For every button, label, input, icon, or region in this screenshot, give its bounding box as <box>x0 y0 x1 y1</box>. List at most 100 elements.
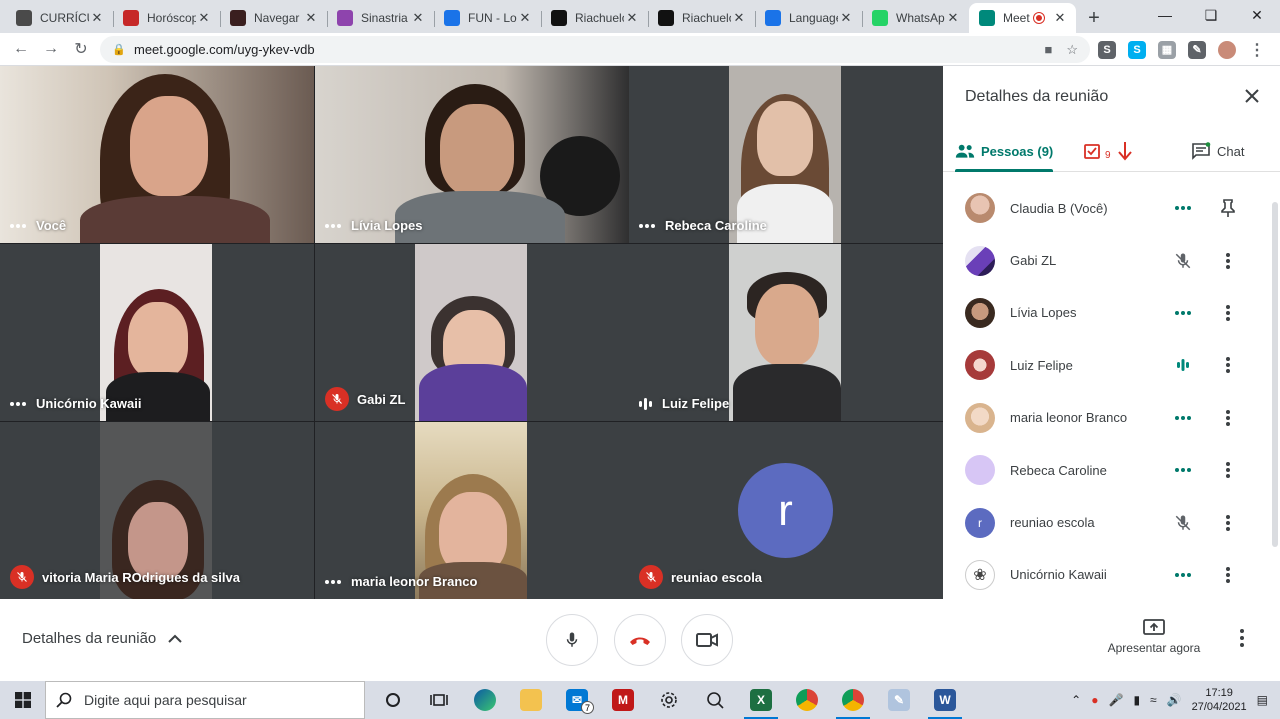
battery-icon[interactable]: ▮ <box>1133 693 1140 707</box>
list-item[interactable]: maria leonor Branco <box>943 392 1273 444</box>
back-button[interactable]: ← <box>6 34 36 64</box>
participant-name: Lívia Lopes <box>351 218 423 233</box>
tab-chat[interactable]: Chat <box>1191 130 1244 172</box>
close-window-button[interactable]: ✕ <box>1234 0 1280 30</box>
panel-scrollbar[interactable] <box>1272 202 1278 547</box>
audio-level-icon <box>1172 459 1194 481</box>
bookmark-star-icon[interactable]: ☆ <box>1066 42 1078 58</box>
notifications-icon[interactable]: ▤ <box>1257 693 1268 707</box>
video-tile[interactable]: Luiz Felipe <box>629 244 943 421</box>
list-item[interactable]: Rebeca Caroline <box>943 444 1273 496</box>
browser-tab[interactable]: WhatsApp✕ <box>862 3 969 33</box>
taskbar-paint[interactable]: ✎ <box>876 681 922 719</box>
meet-tray-icon[interactable]: ● <box>1091 693 1098 707</box>
close-tab-icon[interactable]: ✕ <box>1052 10 1068 26</box>
participant-name: Luiz Felipe <box>662 396 730 411</box>
video-tile[interactable]: Gabi ZL <box>315 244 629 421</box>
close-tab-icon[interactable]: ✕ <box>89 10 105 26</box>
taskbar-excel[interactable]: X <box>738 681 784 719</box>
video-tile[interactable]: Você <box>0 66 314 243</box>
close-tab-icon[interactable]: ✕ <box>410 10 426 26</box>
chevron-up-icon[interactable]: ⌃ <box>1071 693 1081 707</box>
extension-skype-blue-icon[interactable]: S <box>1128 40 1146 59</box>
close-tab-icon[interactable]: ✕ <box>196 10 212 26</box>
browser-menu-icon[interactable]: ⋮ <box>1248 41 1266 59</box>
browser-tab[interactable]: CURRÍCULO✕ <box>6 3 113 33</box>
list-item[interactable]: Claudia B (Você) <box>943 182 1273 234</box>
tab-people[interactable]: Pessoas (9) <box>955 130 1054 172</box>
camera-button[interactable] <box>681 614 733 666</box>
camera-permission-icon[interactable]: ■ <box>1044 42 1052 58</box>
address-bar[interactable]: 🔒 meet.google.com/uyg-ykev-vdb ■ ☆ <box>100 36 1090 63</box>
volume-icon[interactable]: 🔊 <box>1167 693 1182 707</box>
taskbar-search-input[interactable]: Digite aqui para pesquisar <box>45 681 365 719</box>
video-tile[interactable]: vitoria Maria ROdrigues da silva <box>0 422 314 599</box>
more-options-icon[interactable] <box>1217 302 1239 324</box>
list-item[interactable]: r reuniao escola <box>943 496 1273 548</box>
more-options-icon[interactable] <box>1217 564 1239 586</box>
browser-tab[interactable]: Horóscopo✕ <box>113 3 220 33</box>
clock[interactable]: 17:19 27/04/2021 <box>1192 686 1247 714</box>
taskbar-mcafee[interactable]: M <box>600 681 646 719</box>
browser-tab[interactable]: Meet ✕ <box>969 3 1076 33</box>
microphone-button[interactable] <box>546 614 598 666</box>
minimize-button[interactable]: — <box>1142 0 1188 30</box>
task-view-button[interactable] <box>416 681 462 719</box>
taskbar-settings[interactable] <box>646 681 692 719</box>
list-item[interactable]: Gabi ZL <box>943 234 1273 286</box>
more-options-icon[interactable] <box>1217 459 1239 481</box>
start-button[interactable] <box>0 681 45 719</box>
video-tile[interactable]: maria leonor Branco <box>315 422 629 599</box>
video-tile[interactable]: Rebeca Caroline <box>629 66 943 243</box>
close-tab-icon[interactable]: ✕ <box>838 10 854 26</box>
present-now-button[interactable]: Apresentar agora <box>1104 619 1204 655</box>
tab-tasks[interactable]: 9 <box>1083 130 1133 172</box>
reload-button[interactable]: ↻ <box>66 34 96 64</box>
browser-tab[interactable]: Navegar ✕ <box>220 3 327 33</box>
close-tab-icon[interactable]: ✕ <box>945 10 961 26</box>
more-options-button[interactable] <box>1240 629 1244 652</box>
clock-date: 27/04/2021 <box>1191 701 1247 713</box>
extensions-puzzle-icon[interactable]: ✎ <box>1188 40 1206 59</box>
leave-call-button[interactable] <box>614 614 666 666</box>
close-tab-icon[interactable]: ✕ <box>303 10 319 26</box>
taskbar-edge[interactable] <box>462 681 508 719</box>
cortana-button[interactable] <box>370 681 416 719</box>
more-options-icon[interactable] <box>1217 354 1239 376</box>
new-tab-button[interactable]: + <box>1080 3 1108 33</box>
video-tile[interactable]: Lívia Lopes <box>315 66 629 243</box>
browser-tab[interactable]: Riachuelo ✕ <box>648 3 755 33</box>
list-item[interactable]: Lívia Lopes <box>943 287 1273 339</box>
taskbar-file-explorer[interactable] <box>508 681 554 719</box>
close-tab-icon[interactable]: ✕ <box>517 10 533 26</box>
forward-button[interactable]: → <box>36 34 66 64</box>
profile-avatar[interactable] <box>1218 40 1236 59</box>
taskbar-word[interactable]: W <box>922 681 968 719</box>
extension-grid-icon[interactable]: ▦ <box>1158 40 1176 59</box>
avatar <box>965 245 995 276</box>
close-tab-icon[interactable]: ✕ <box>624 10 640 26</box>
video-tile[interactable]: Unicórnio Kawaii <box>0 244 314 421</box>
wifi-icon[interactable]: ≈ <box>1150 693 1157 707</box>
taskbar-mail[interactable]: ✉ 7 <box>554 681 600 719</box>
taskbar-chrome-profile[interactable] <box>784 681 830 719</box>
close-tab-icon[interactable]: ✕ <box>731 10 747 26</box>
browser-tab[interactable]: Riachuelo ✕ <box>541 3 648 33</box>
list-item[interactable]: ❀ Unicórnio Kawaii <box>943 549 1273 601</box>
more-options-icon[interactable] <box>1217 250 1239 272</box>
browser-tab[interactable]: FUN - Lo ✕ <box>434 3 541 33</box>
browser-tab[interactable]: Sinastria ✕ <box>327 3 434 33</box>
pin-icon[interactable] <box>1217 197 1239 219</box>
browser-tab[interactable]: Language ✕ <box>755 3 862 33</box>
more-options-icon[interactable] <box>1217 512 1239 534</box>
meeting-details-toggle[interactable]: Detalhes da reunião <box>22 630 182 647</box>
list-item[interactable]: Luiz Felipe <box>943 339 1273 391</box>
extension-skype-icon[interactable]: S <box>1098 40 1116 59</box>
microphone-tray-icon[interactable]: 🎤 <box>1108 693 1123 707</box>
taskbar-feedback[interactable] <box>692 681 738 719</box>
video-tile[interactable]: r reuniao escola <box>629 422 943 599</box>
more-options-icon[interactable] <box>1217 407 1239 429</box>
close-panel-button[interactable] <box>1240 84 1264 108</box>
taskbar-chrome[interactable] <box>830 681 876 719</box>
maximize-button[interactable]: ❏ <box>1188 0 1234 30</box>
